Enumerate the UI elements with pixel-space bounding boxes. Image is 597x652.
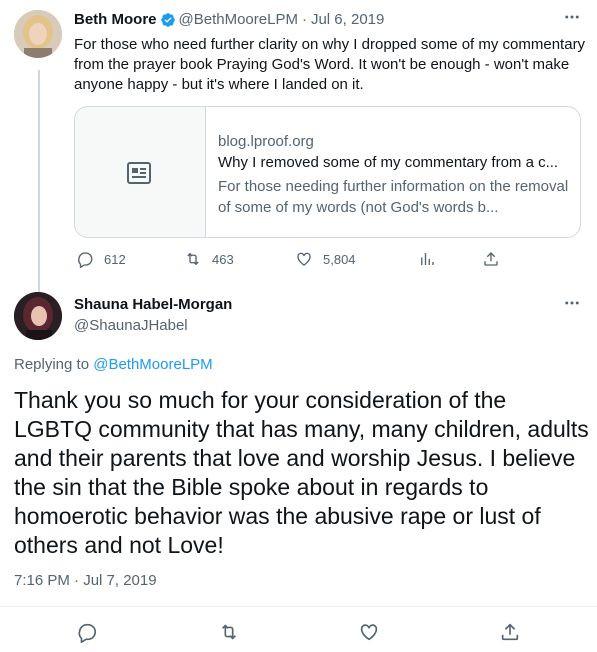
card-domain: blog.lproof.org [218,133,314,150]
avatar-shauna-habel-morgan[interactable] [14,292,62,340]
tweet2-text: Thank you so much for your consideration… [14,387,589,558]
reply-button[interactable]: 612 [76,250,126,268]
retweet-button[interactable]: 463 [184,250,234,268]
reply-button-main[interactable] [76,621,98,644]
separator-dot: · [301,11,307,28]
retweet-icon [221,624,237,640]
like-button[interactable]: 5,804 [295,250,356,268]
share-button[interactable] [482,250,500,268]
retweet-icon [187,252,199,266]
more-icon[interactable] [563,8,581,31]
share-button-main[interactable] [499,621,521,643]
avatar-image [14,292,62,340]
tweet1-handle[interactable]: @BethMooreLPM [179,11,298,28]
tweet2-author-name[interactable]: Shauna Habel-Morgan [74,296,232,313]
like-count: 5,804 [323,251,356,267]
replying-to-label: Replying to [14,356,90,373]
reply-icon [78,623,97,644]
share-icon [484,252,498,266]
views-icon [421,253,434,265]
like-icon [297,252,311,266]
tweet2-timestamp[interactable]: 7:16 PM · Jul 7, 2019 [14,572,157,589]
link-preview-card[interactable]: blog.lproof.org Why I removed some of my… [74,106,581,238]
card-description: For those needing further information on… [218,178,569,216]
replying-to: Replying to @BethMooreLPM [14,356,213,373]
tweet1-header: Beth Moore @BethMooreLPM · Jul 6, 2019 [74,11,384,28]
card-title: Why I removed some of my commentary from… [218,154,559,171]
more-icon[interactable] [563,294,581,317]
tweet1-text: For those who need further clarity on wh… [74,36,586,93]
avatar-image [14,10,62,58]
like-button-main[interactable] [358,621,380,643]
replying-to-handle-link[interactable]: @BethMooreLPM [93,356,212,373]
divider [0,606,597,607]
views-button[interactable] [418,250,436,268]
tweet2-handle[interactable]: @ShaunaJHabel [74,317,188,334]
article-icon [127,162,151,184]
retweet-count: 463 [212,251,234,267]
card-thumbnail [75,107,206,237]
like-icon [360,624,378,641]
tweet1-date[interactable]: Jul 6, 2019 [311,11,384,28]
reply-count: 612 [104,251,126,267]
thread-connector-line [38,70,40,292]
retweet-button-main[interactable] [218,621,240,643]
verified-badge-icon [160,12,176,28]
tweet1-author-name[interactable]: Beth Moore [74,11,157,28]
share-icon [501,623,519,641]
reply-icon [78,252,93,268]
avatar-beth-moore[interactable] [14,10,62,58]
